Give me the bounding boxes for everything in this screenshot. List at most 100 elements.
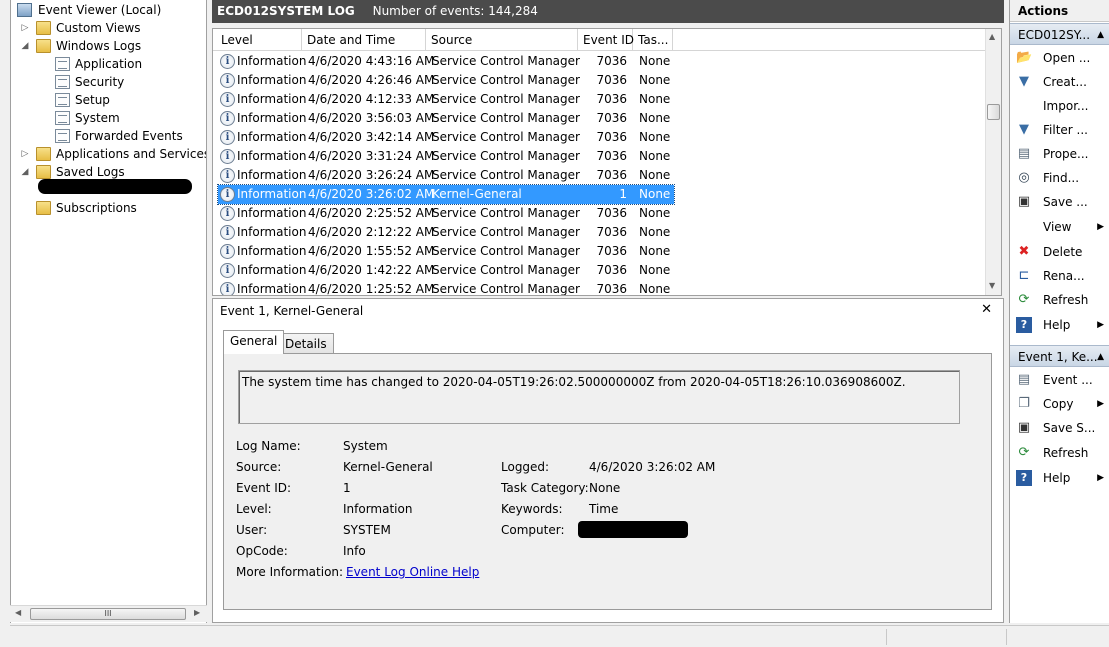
scroll-up-icon[interactable]: ▲ xyxy=(989,32,995,41)
tree-item-setup[interactable]: Setup xyxy=(14,91,204,109)
scroll-thumb[interactable] xyxy=(987,104,1000,120)
event-message[interactable]: The system time has changed to 2020-04-0… xyxy=(238,370,960,424)
action-item[interactable]: ▤ Event ... xyxy=(1010,370,1109,390)
table-row[interactable]: i Information 4/6/2020 4:12:33 AM Service C… xyxy=(218,90,674,109)
submenu-arrow-icon: ▶ xyxy=(1097,399,1104,409)
table-row[interactable]: i Information 4/6/2020 2:12:22 AM Service C… xyxy=(218,223,674,242)
scroll-left-icon[interactable]: ◀ xyxy=(15,608,21,617)
tab-details[interactable]: Details xyxy=(278,333,334,355)
cell-event-id: 7036 xyxy=(596,54,627,68)
tree-item-windows-logs[interactable]: ◢ Windows Logs xyxy=(14,37,204,55)
tab-general[interactable]: General xyxy=(223,330,285,354)
table-row[interactable]: i Information 4/6/2020 3:56:03 AM Service C… xyxy=(218,109,674,128)
collapse-arrow-icon[interactable]: ◢ xyxy=(20,163,30,181)
actions-section-log[interactable]: ECD012SY... ▲ xyxy=(1010,23,1109,45)
tree-item-event-viewer[interactable]: Event Viewer (Local) xyxy=(14,1,204,19)
tree-item-security[interactable]: Security xyxy=(14,73,204,91)
log-icon xyxy=(55,75,70,89)
table-row[interactable]: i Information 4/6/2020 3:31:24 AM Service C… xyxy=(218,147,674,166)
table-row[interactable]: i Information 4/6/2020 1:25:52 AM Service C… xyxy=(218,280,674,295)
collapse-icon[interactable]: ▲ xyxy=(1097,24,1104,46)
action-item[interactable]: ? Help ▶ xyxy=(1010,315,1109,335)
action-item[interactable]: ▼ Creat... xyxy=(1010,72,1109,92)
action-item[interactable]: ▼ Filter ... xyxy=(1010,120,1109,140)
tree-item-forwarded-events[interactable]: Forwarded Events xyxy=(14,127,204,145)
event-log-online-help-link[interactable]: Event Log Online Help xyxy=(346,565,479,579)
cell-source: Service Control Manager xyxy=(432,168,580,182)
event-list-header: Level Date and Time Source Event ID Tas.… xyxy=(213,29,988,51)
status-bar xyxy=(10,625,1109,647)
scroll-thumb[interactable]: III xyxy=(30,608,186,620)
table-row[interactable]: i Information 4/6/2020 3:26:24 AM Service C… xyxy=(218,166,674,185)
cell-source: Service Control Manager xyxy=(432,54,580,68)
action-item[interactable]: Impor... xyxy=(1010,96,1109,116)
collapse-arrow-icon[interactable]: ◢ xyxy=(20,37,30,55)
tree-horizontal-scrollbar[interactable]: ◀ III ▶ xyxy=(10,605,207,622)
column-header-source[interactable]: Source xyxy=(426,29,578,51)
cell-source: Kernel-General xyxy=(432,187,522,201)
close-icon[interactable]: ✕ xyxy=(981,302,992,317)
value-user: SYSTEM xyxy=(343,523,391,537)
action-item[interactable]: ◎ Find... xyxy=(1010,168,1109,188)
log-icon xyxy=(55,57,70,71)
event-list-vertical-scrollbar[interactable]: ▲ ▼ xyxy=(985,29,1001,295)
cell-event-id: 7036 xyxy=(596,92,627,106)
tree-item-application[interactable]: Application xyxy=(14,55,204,73)
folder-icon xyxy=(36,147,51,161)
information-icon: i xyxy=(220,73,235,88)
action-item[interactable]: View ▶ xyxy=(1010,217,1109,237)
tree-item-label: Forwarded Events xyxy=(75,129,183,143)
action-item[interactable]: 📂 Open ... xyxy=(1010,48,1109,68)
actions-section-event[interactable]: Event 1, Ke... ▲ xyxy=(1010,345,1109,367)
cell-source: Service Control Manager xyxy=(432,73,580,87)
action-label: Creat... xyxy=(1043,75,1087,89)
table-row-selected[interactable]: i Information 4/6/2020 3:26:02 AM Kernel-Ge… xyxy=(217,184,675,205)
label-task-category: Task Category: xyxy=(501,481,589,495)
table-row[interactable]: i Information 4/6/2020 2:25:52 AM Service C… xyxy=(218,204,674,223)
tree-item-system[interactable]: System xyxy=(14,109,204,127)
scroll-right-icon[interactable]: ▶ xyxy=(194,608,200,617)
tree-item-subscriptions[interactable]: Subscriptions xyxy=(14,199,204,217)
submenu-arrow-icon: ▶ xyxy=(1097,222,1104,232)
cell-task: None xyxy=(639,168,671,182)
properties-icon: ▤ xyxy=(1017,146,1031,161)
tree-item-custom-views[interactable]: ▷ Custom Views xyxy=(14,19,204,37)
cell-task: None xyxy=(639,263,671,277)
submenu-arrow-icon: ▶ xyxy=(1097,473,1104,483)
action-item[interactable]: ⟳ Refresh xyxy=(1010,443,1109,463)
action-item[interactable]: ⟳ Refresh xyxy=(1010,290,1109,310)
table-row[interactable]: i Information 4/6/2020 4:26:46 AM Service C… xyxy=(218,71,674,90)
action-item[interactable]: ❐ Copy ▶ xyxy=(1010,394,1109,414)
action-item[interactable]: ⊏ Rena... xyxy=(1010,266,1109,286)
cell-event-id: 1 xyxy=(619,187,627,201)
column-header-date-time[interactable]: Date and Time xyxy=(302,29,426,51)
table-row[interactable]: i Information 4/6/2020 3:42:14 AM Service C… xyxy=(218,128,674,147)
collapse-icon[interactable]: ▲ xyxy=(1097,346,1104,368)
cell-source: Service Control Manager xyxy=(432,149,580,163)
column-header-level[interactable]: Level xyxy=(216,29,302,51)
table-row[interactable]: i Information 4/6/2020 1:55:52 AM Service C… xyxy=(218,242,674,261)
action-item[interactable]: ▣ Save S... xyxy=(1010,418,1109,438)
column-header-event-id[interactable]: Event ID xyxy=(578,29,634,51)
filter-icon: ▼ xyxy=(1019,74,1029,89)
action-item[interactable]: ? Help ▶ xyxy=(1010,468,1109,488)
action-label: Filter ... xyxy=(1043,123,1088,137)
table-row[interactable]: i Information 4/6/2020 1:42:22 AM Service C… xyxy=(218,261,674,280)
label-opcode: OpCode: xyxy=(236,544,288,558)
tree-item-applications-and-services[interactable]: ▷ Applications and Services Lo xyxy=(14,145,206,163)
action-item[interactable]: ▣ Save ... xyxy=(1010,192,1109,212)
expand-arrow-icon[interactable]: ▷ xyxy=(20,19,30,37)
action-item[interactable]: ✖ Delete xyxy=(1010,242,1109,262)
action-label: Save S... xyxy=(1043,421,1096,435)
refresh-icon: ⟳ xyxy=(1018,292,1030,307)
table-row[interactable]: i Information 4/6/2020 4:43:16 AM Service C… xyxy=(218,52,674,71)
column-header-task[interactable]: Tas... xyxy=(633,29,673,51)
scroll-down-icon[interactable]: ▼ xyxy=(989,281,995,290)
information-icon: i xyxy=(220,149,235,164)
cell-source: Service Control Manager xyxy=(432,244,580,258)
redacted-saved-log-name[interactable] xyxy=(38,179,192,194)
information-icon: i xyxy=(220,282,235,295)
expand-arrow-icon[interactable]: ▷ xyxy=(20,145,30,163)
tree-item-label: Event Viewer (Local) xyxy=(38,3,162,17)
action-item[interactable]: ▤ Prope... xyxy=(1010,144,1109,164)
